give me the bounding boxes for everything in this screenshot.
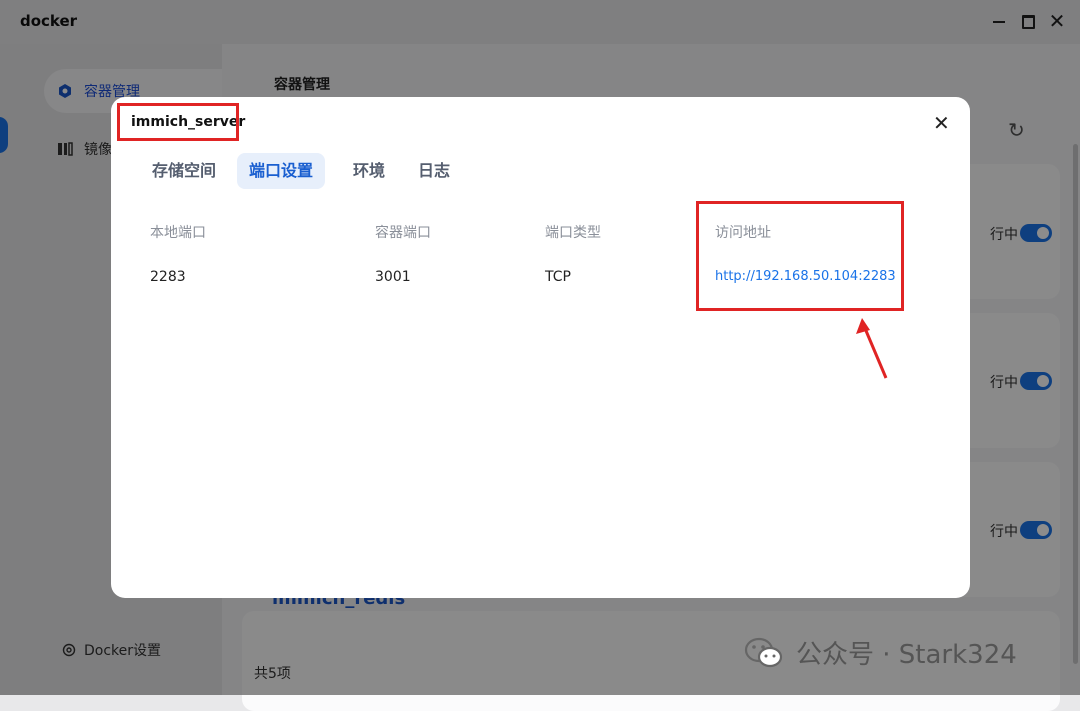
container-detail-dialog: immich_server ✕ 存储空间 端口设置 环境 日志 本地端口 容器端… xyxy=(111,97,970,598)
column-header-port-type: 端口类型 xyxy=(545,225,601,241)
tab-logs[interactable]: 日志 xyxy=(418,153,450,189)
tab-environment[interactable]: 环境 xyxy=(353,153,385,189)
port-type-value: TCP xyxy=(545,269,571,285)
tab-storage[interactable]: 存储空间 xyxy=(152,153,216,189)
watermark-text: 公众号 · Stark324 xyxy=(796,640,1017,670)
annotation-arrow-icon xyxy=(856,318,888,379)
column-header-container-port: 容器端口 xyxy=(375,225,431,241)
container-port-value: 3001 xyxy=(375,269,411,285)
annotation-box-address xyxy=(696,201,904,311)
local-port-value: 2283 xyxy=(150,269,186,285)
annotation-box-title xyxy=(117,103,239,141)
column-header-local-port: 本地端口 xyxy=(150,225,206,241)
tab-port-settings[interactable]: 端口设置 xyxy=(237,153,326,189)
wechat-logo-icon xyxy=(744,637,784,669)
close-icon[interactable]: ✕ xyxy=(933,111,950,135)
watermark: 公众号 · Stark324 xyxy=(744,634,1017,671)
